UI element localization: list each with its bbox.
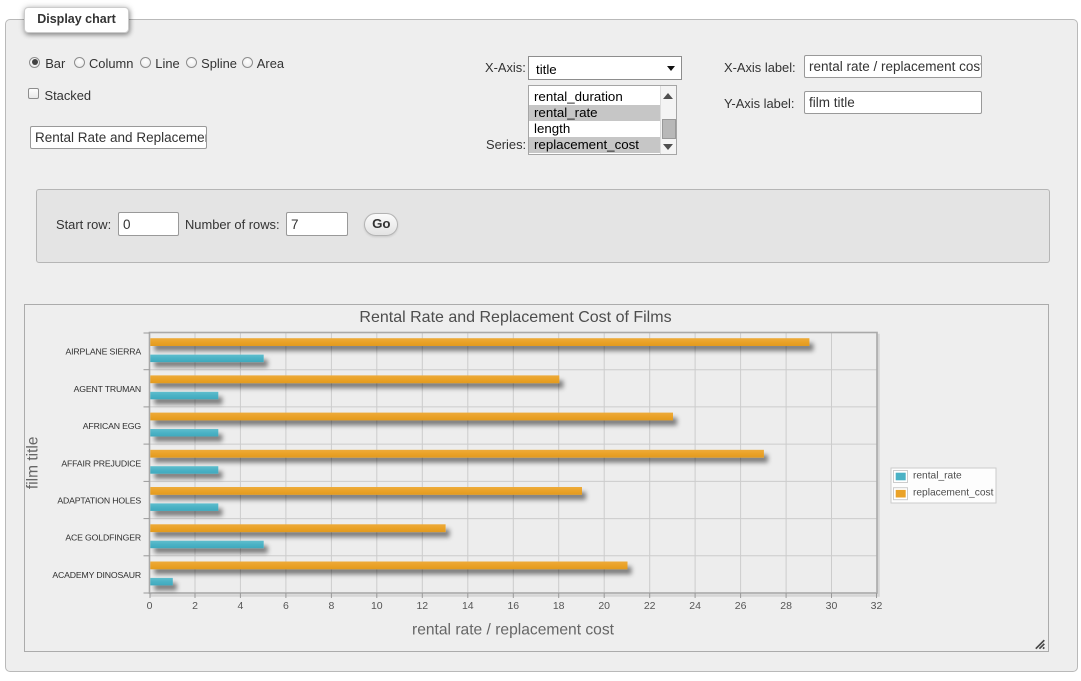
svg-text:AFRICAN EGG: AFRICAN EGG [83,421,142,431]
svg-text:0: 0 [147,600,153,612]
svg-text:rental_rate: rental_rate [913,470,962,481]
svg-text:28: 28 [780,600,792,612]
svg-text:2: 2 [192,600,198,612]
svg-text:4: 4 [237,600,243,612]
svg-text:20: 20 [598,600,610,612]
svg-text:32: 32 [871,600,883,612]
svg-text:8: 8 [328,600,334,612]
svg-text:Rental Rate and Replacement Co: Rental Rate and Replacement Cost of Film… [359,309,671,326]
svg-text:AIRPLANE SIERRA: AIRPLANE SIERRA [66,347,142,357]
svg-text:ADAPTATION HOLES: ADAPTATION HOLES [57,496,141,506]
svg-text:24: 24 [689,600,701,612]
svg-text:ACE GOLDFINGER: ACE GOLDFINGER [65,533,141,543]
svg-text:film title: film title [25,437,41,490]
svg-text:16: 16 [507,600,519,612]
svg-text:12: 12 [416,600,428,612]
svg-text:AGENT TRUMAN: AGENT TRUMAN [74,384,141,394]
svg-text:22: 22 [644,600,656,612]
svg-text:30: 30 [826,600,838,612]
svg-text:18: 18 [553,600,565,612]
svg-text:14: 14 [462,600,474,612]
svg-text:AFFAIR PREJUDICE: AFFAIR PREJUDICE [61,458,141,468]
svg-text:replacement_cost: replacement_cost [913,488,994,499]
svg-text:6: 6 [283,600,289,612]
svg-text:26: 26 [735,600,747,612]
svg-text:ACADEMY DINOSAUR: ACADEMY DINOSAUR [52,570,141,580]
svg-text:10: 10 [371,600,383,612]
svg-text:rental rate / replacement cost: rental rate / replacement cost [412,622,615,639]
